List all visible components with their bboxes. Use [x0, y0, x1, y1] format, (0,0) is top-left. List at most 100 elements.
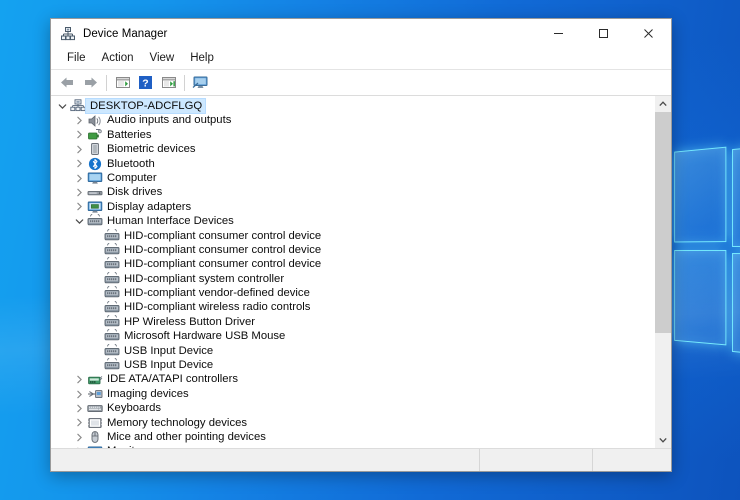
- menu-help[interactable]: Help: [182, 50, 222, 67]
- expand-toggle[interactable]: [72, 433, 87, 442]
- tree-row[interactable]: Computer: [51, 171, 654, 185]
- windows-logo-pane-bottom-right: [732, 252, 740, 358]
- chevron-right-icon: [77, 203, 82, 211]
- tree-row[interactable]: Memory technology devices: [51, 416, 654, 430]
- forward-button[interactable]: [79, 72, 102, 94]
- tree-row[interactable]: HID-compliant consumer control device: [51, 257, 654, 271]
- imaging-icon: [87, 387, 103, 401]
- expand-toggle[interactable]: [72, 390, 87, 399]
- imaging-icon: [88, 390, 103, 399]
- computer-root-icon: [70, 99, 86, 113]
- tree-row[interactable]: Disk drives: [51, 185, 654, 199]
- tree-row[interactable]: HID-compliant wireless radio controls: [51, 300, 654, 314]
- hid-icon: [104, 329, 120, 341]
- device-manager-icon: [61, 26, 75, 40]
- toolbar-separator-2: [184, 74, 185, 91]
- tree-row-label: Memory technology devices: [107, 416, 248, 429]
- expand-toggle[interactable]: [72, 404, 87, 413]
- update-driver-button[interactable]: [157, 72, 180, 94]
- status-cell-2: [592, 449, 671, 471]
- monitor-icon: [87, 171, 103, 185]
- tree-row-label: HID-compliant consumer control device: [124, 258, 322, 271]
- speaker-icon: [88, 114, 101, 127]
- device-tree[interactable]: DESKTOP-ADCFLGQ Audio inputs and outputs B…: [51, 96, 654, 448]
- tree-row[interactable]: Monitors: [51, 444, 654, 448]
- tree-row[interactable]: HID-compliant consumer control device: [51, 228, 654, 243]
- scroll-up-button[interactable]: [655, 96, 671, 112]
- chevron-right-icon: [77, 375, 82, 384]
- window-title: Device Manager: [83, 27, 168, 40]
- tree-row-label: IDE ATA/ATAPI controllers: [107, 373, 238, 386]
- menu-file[interactable]: File: [59, 50, 94, 67]
- hid-icon: [104, 300, 120, 315]
- tree-row-label: HID-compliant system controller: [124, 272, 285, 285]
- back-button[interactable]: [56, 72, 79, 94]
- tree-row[interactable]: USB Input Device: [51, 343, 654, 358]
- minimize-icon: [554, 33, 563, 34]
- expand-toggle[interactable]: [72, 159, 87, 168]
- expand-toggle[interactable]: [72, 130, 87, 139]
- biometric-icon: [87, 142, 103, 156]
- tree-row[interactable]: IDE ATA/ATAPI controllers: [51, 372, 654, 386]
- chevron-right-icon: [77, 418, 82, 427]
- tree-row[interactable]: HID-compliant vendor-defined device: [51, 286, 654, 300]
- minimize-button[interactable]: [536, 19, 581, 48]
- hid-icon: [104, 271, 120, 284]
- device-manager-window[interactable]: Device Manager File Action View Help ? D…: [50, 18, 672, 472]
- tree-row[interactable]: Human Interface Devices: [51, 214, 654, 228]
- windows-logo-icon: [674, 140, 740, 361]
- menu-view[interactable]: View: [142, 50, 183, 67]
- hid-icon: [87, 214, 103, 228]
- title-bar[interactable]: Device Manager: [51, 19, 671, 48]
- menu-action[interactable]: Action: [94, 50, 142, 67]
- tree-row[interactable]: HID-compliant system controller: [51, 271, 654, 286]
- windows-logo-pane-top-left: [674, 146, 727, 243]
- expand-toggle[interactable]: [72, 375, 87, 384]
- expand-toggle[interactable]: [72, 145, 87, 154]
- tree-row-label: HP Wireless Button Driver: [124, 315, 255, 328]
- help-button[interactable]: ?: [134, 72, 157, 94]
- scrollbar-thumb[interactable]: [655, 112, 671, 333]
- tree-row[interactable]: Mice and other pointing devices: [51, 430, 654, 444]
- tree-row[interactable]: Imaging devices: [51, 387, 654, 401]
- tree-row[interactable]: Keyboards: [51, 401, 654, 415]
- chevron-right-icon: [77, 447, 79, 448]
- tree-row[interactable]: Display adapters: [51, 200, 654, 214]
- maximize-button[interactable]: [581, 19, 626, 48]
- close-button[interactable]: [626, 19, 671, 48]
- expand-toggle[interactable]: [72, 188, 87, 197]
- chevron-right-icon: [77, 145, 82, 154]
- speaker-icon: [87, 114, 103, 128]
- tree-row[interactable]: Batteries: [51, 128, 654, 142]
- tree-row[interactable]: Microsoft Hardware USB Mouse: [51, 329, 654, 343]
- scroll-down-button[interactable]: [655, 432, 671, 448]
- vertical-scrollbar[interactable]: [654, 96, 671, 448]
- toolbar: ?: [51, 69, 671, 96]
- expand-toggle[interactable]: [72, 418, 87, 427]
- properties-button[interactable]: [111, 72, 134, 94]
- tree-row[interactable]: Biometric devices: [51, 142, 654, 156]
- tree-row-label: Batteries: [107, 128, 152, 141]
- scan-hardware-button[interactable]: [189, 72, 212, 94]
- tree-row-label: Imaging devices: [107, 387, 189, 400]
- tree-row[interactable]: Audio inputs and outputs: [51, 113, 654, 127]
- tree-row[interactable]: DESKTOP-ADCFLGQ: [51, 97, 654, 115]
- collapse-toggle[interactable]: [72, 217, 87, 226]
- expand-toggle[interactable]: [72, 447, 87, 448]
- tree-row[interactable]: HP Wireless Button Driver: [51, 315, 654, 329]
- ide-controller-icon: [88, 375, 103, 384]
- memory-icon: [87, 416, 103, 430]
- tree-row[interactable]: Bluetooth: [51, 157, 654, 171]
- collapse-toggle[interactable]: [55, 102, 70, 111]
- expand-toggle[interactable]: [72, 174, 87, 183]
- hid-icon: [104, 257, 120, 271]
- scrollbar-track[interactable]: [655, 112, 671, 432]
- expand-toggle[interactable]: [72, 116, 87, 125]
- hid-icon: [104, 286, 120, 300]
- chevron-right-icon: [77, 433, 82, 441]
- tree-row[interactable]: HID-compliant consumer control device: [51, 243, 654, 257]
- tree-row[interactable]: USB Input Device: [51, 358, 654, 372]
- expand-toggle[interactable]: [72, 202, 87, 211]
- tree-row-label: Biometric devices: [107, 143, 196, 156]
- chevron-down-icon: [75, 219, 84, 224]
